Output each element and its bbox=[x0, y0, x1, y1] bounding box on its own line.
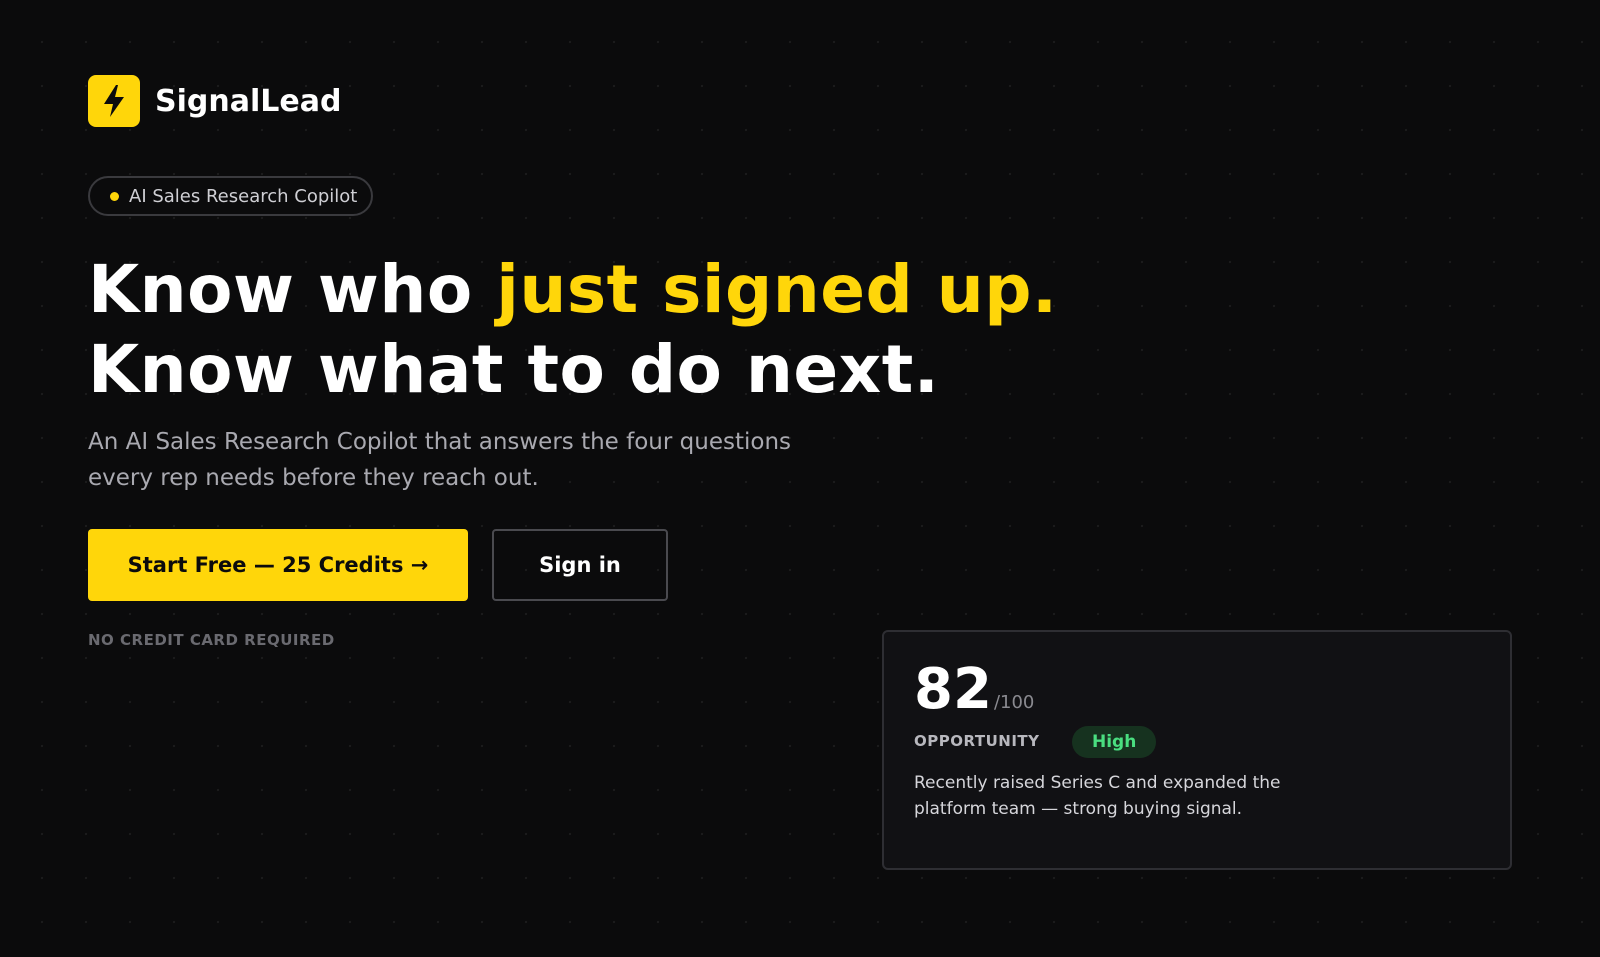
score-value: 82 bbox=[914, 657, 992, 722]
start-free-button[interactable]: Start Free — 25 Credits → bbox=[88, 529, 468, 601]
status-badge: High bbox=[1072, 726, 1157, 758]
landing-page: SignalLead AI Sales Research Copilot Kno… bbox=[0, 0, 1600, 957]
no-credit-card-note: NO CREDIT CARD REQUIRED bbox=[88, 631, 335, 649]
headline-line2: Know what to do next. bbox=[88, 331, 940, 408]
lightning-bolt-icon bbox=[104, 85, 124, 117]
sign-in-button[interactable]: Sign in bbox=[492, 529, 668, 601]
tagline-pill: AI Sales Research Copilot bbox=[88, 176, 374, 216]
brand-name: SignalLead bbox=[155, 83, 342, 119]
brand-logo[interactable]: SignalLead bbox=[88, 75, 341, 127]
opportunity-description: Recently raised Series C and expanded th… bbox=[914, 773, 1281, 819]
opportunity-score-card: 82 /100 OPPORTUNITY High Recently raised… bbox=[882, 630, 1512, 870]
headline-line1-prefix: Know who bbox=[88, 251, 497, 328]
opportunity-label: OPPORTUNITY bbox=[914, 732, 1040, 750]
hero-headline: Know who just signed up. Know what to do… bbox=[88, 250, 1058, 410]
score-row: 82 /100 bbox=[914, 660, 1034, 720]
status-dot-icon bbox=[110, 191, 119, 201]
headline-line1-accent: just signed up. bbox=[496, 251, 1058, 328]
logo-box bbox=[88, 75, 140, 127]
hero-subtext: An AI Sales Research Copilot that answer… bbox=[88, 429, 792, 491]
tagline-pill-text: AI Sales Research Copilot bbox=[129, 185, 358, 207]
score-max: /100 bbox=[993, 692, 1035, 713]
